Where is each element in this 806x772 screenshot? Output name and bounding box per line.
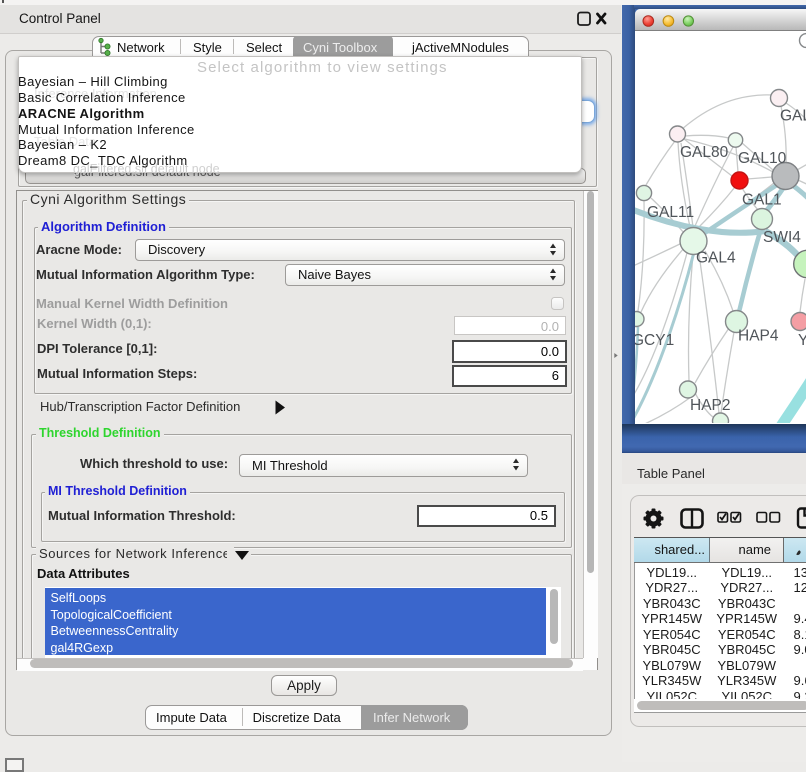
svg-text:GAL11: GAL11 [647,204,694,221]
svg-text:GCY1: GCY1 [635,332,674,349]
svg-text:GAL80: GAL80 [680,144,729,161]
svg-text:GAL2: GAL2 [780,108,806,125]
svg-text:SWI4: SWI4 [763,229,801,246]
svg-text:YL: YL [798,332,806,349]
svg-text:HAP2: HAP2 [690,397,731,414]
svg-text:GAL10: GAL10 [738,150,787,167]
svg-text:GAL1: GAL1 [742,192,782,209]
svg-text:HAP4: HAP4 [738,328,779,345]
svg-text:GAL4: GAL4 [696,250,736,267]
